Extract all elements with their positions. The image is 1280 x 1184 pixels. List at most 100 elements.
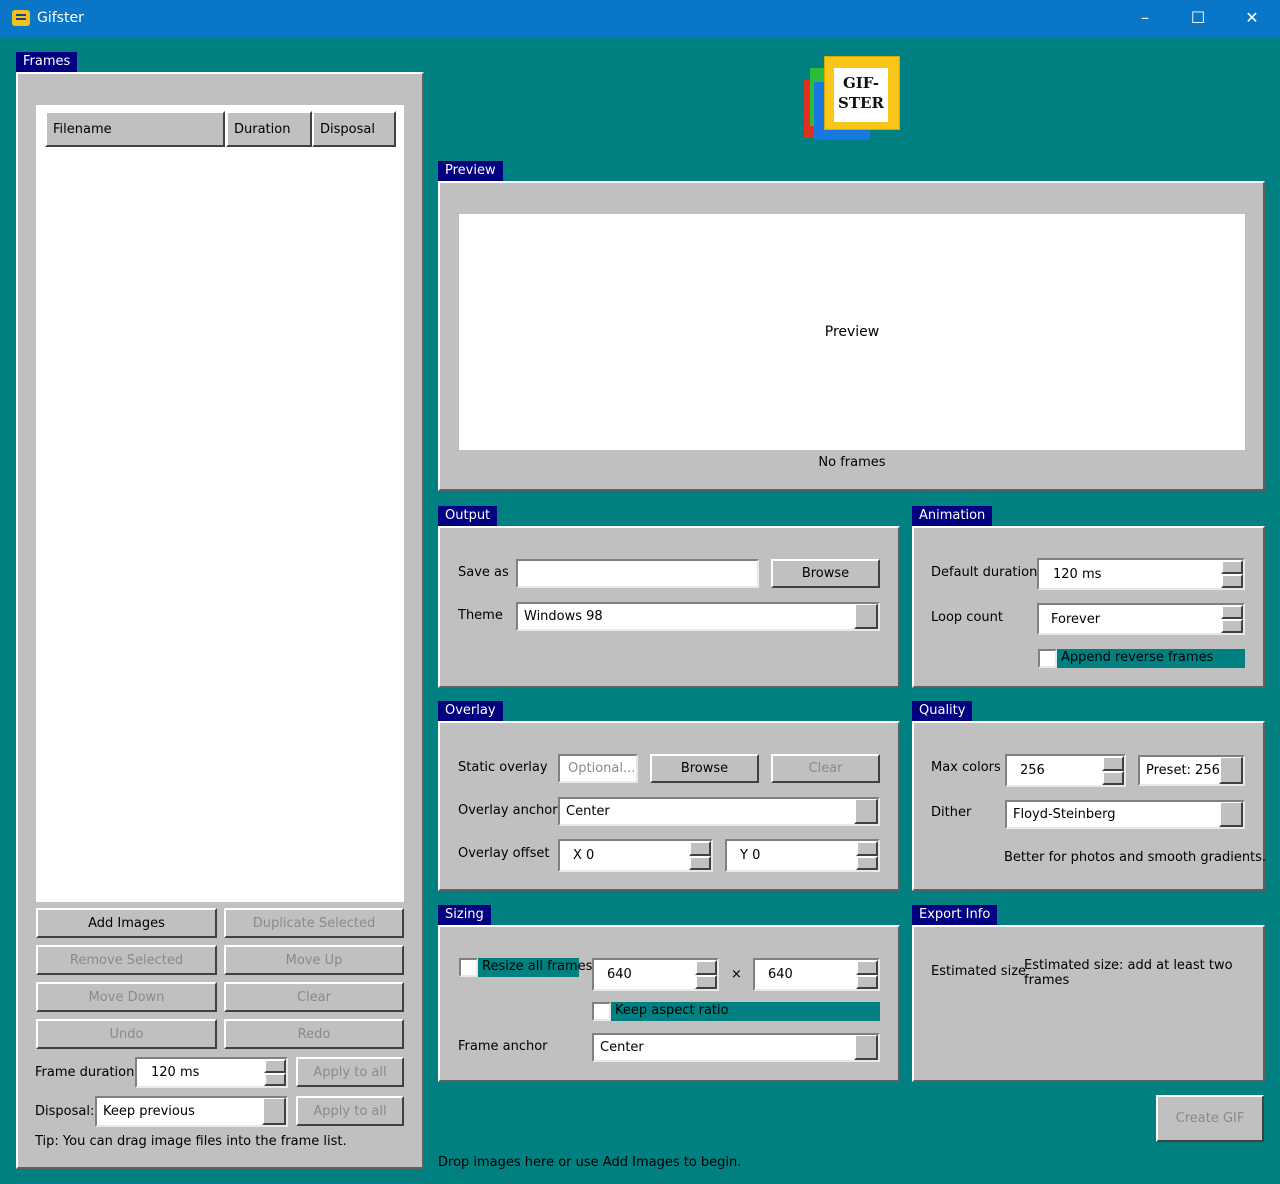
column-header-duration[interactable]: Duration [226,111,312,147]
gifster-logo: GIF- STER [804,56,900,140]
overlay-clear-button[interactable]: Clear [771,754,880,783]
append-reverse-label: Append reverse frames [1061,650,1214,665]
color-preset-select[interactable]: Preset: 256 [1138,755,1245,786]
frame-duration-input[interactable]: 120 ms [135,1057,288,1088]
disposal-dropdown-button[interactable] [262,1098,286,1125]
frame-anchor-label: Frame anchor [458,1039,548,1054]
resize-height-spinner[interactable] [856,960,878,989]
loop-count-input[interactable]: Forever [1037,603,1245,635]
color-preset-value: Preset: 256 [1146,763,1220,778]
append-reverse-frames-checkbox[interactable]: Append reverse frames [1038,649,1245,668]
max-colors-spinner[interactable] [1102,756,1124,785]
theme-select[interactable]: Windows 98 [516,602,880,631]
overlay-offset-x-value: X 0 [573,848,595,863]
keep-aspect-checkbox-box[interactable] [592,1002,611,1021]
frame-anchor-select[interactable]: Center [592,1033,880,1062]
window-title: Gifster [37,10,84,26]
preview-canvas: Preview [459,214,1245,450]
quality-group-label: Quality [912,701,973,721]
static-overlay-input[interactable]: Optional... [558,754,638,783]
disposal-value: Keep previous [103,1104,195,1119]
status-bar-text: Drop images here or use Add Images to be… [438,1155,742,1170]
duplicate-selected-button[interactable]: Duplicate Selected [224,908,404,938]
color-preset-dropdown-button[interactable] [1219,757,1243,784]
move-down-button[interactable]: Move Down [36,982,217,1012]
theme-value: Windows 98 [524,609,603,624]
title-bar: Gifster – ☐ ✕ [0,0,1280,37]
max-colors-label: Max colors [931,760,1001,775]
overlay-anchor-value: Center [566,804,610,819]
apply-disposal-to-all-button[interactable]: Apply to all [296,1096,404,1126]
overlay-offset-x-spinner[interactable] [689,841,711,870]
estimated-size-value: Estimated size: add at least two frames [1024,958,1233,988]
dither-dropdown-button[interactable] [1219,802,1243,827]
loop-count-label: Loop count [931,610,1003,625]
resize-width-value: 640 [607,967,632,982]
frames-group-label: Frames [16,52,78,72]
overlay-offset-label: Overlay offset [458,846,550,861]
maximize-button[interactable]: ☐ [1171,0,1225,37]
drag-tip: Tip: You can drag image files into the f… [35,1134,347,1149]
preview-status: No frames [818,455,886,470]
logo-text-line1: GIF- [842,74,880,92]
sizing-group-label: Sizing [438,905,491,925]
resize-width-spinner[interactable] [695,960,717,989]
create-gif-button[interactable]: Create GIF [1156,1095,1264,1142]
dither-select[interactable]: Floyd-Steinberg [1005,800,1245,829]
max-colors-input[interactable]: 256 [1005,754,1126,787]
overlay-offset-y-spinner[interactable] [856,841,878,870]
apply-duration-to-all-button[interactable]: Apply to all [296,1057,404,1087]
redo-button[interactable]: Redo [224,1019,404,1049]
overlay-anchor-select[interactable]: Center [558,797,880,826]
max-colors-value: 256 [1020,763,1045,778]
disposal-select[interactable]: Keep previous [95,1096,288,1127]
clear-frames-button[interactable]: Clear [224,982,404,1012]
keep-aspect-ratio-checkbox[interactable]: Keep aspect ratio [592,1002,880,1021]
overlay-offset-y-input[interactable]: Y 0 [725,839,880,872]
default-duration-label: Default duration [931,565,1038,580]
overlay-offset-y-value: Y 0 [740,848,761,863]
column-header-disposal[interactable]: Disposal [312,111,396,147]
undo-button[interactable]: Undo [36,1019,217,1049]
column-header-filename[interactable]: Filename [45,111,225,147]
loop-count-spinner[interactable] [1221,605,1243,633]
append-reverse-checkbox-box[interactable] [1038,649,1057,668]
minimize-button[interactable]: – [1118,0,1172,37]
preview-placeholder-text: Preview [824,324,880,340]
overlay-anchor-dropdown-button[interactable] [854,799,878,824]
resize-height-value: 640 [768,967,793,982]
move-up-button[interactable]: Move Up [224,945,404,975]
close-button[interactable]: ✕ [1225,0,1279,37]
remove-selected-button[interactable]: Remove Selected [36,945,217,975]
frame-duration-spinner[interactable] [264,1059,286,1086]
overlay-offset-x-input[interactable]: X 0 [558,839,713,872]
resize-all-frames-checkbox[interactable]: Resize all frames [459,958,592,977]
default-duration-input[interactable]: 120 ms [1037,558,1245,590]
frame-duration-value: 120 ms [151,1065,200,1080]
logo-text-line2: STER [838,94,884,112]
times-sign: × [731,967,742,982]
loop-count-value: Forever [1051,611,1101,627]
resize-all-label: Resize all frames [482,959,593,974]
frame-list[interactable] [36,105,404,902]
dither-label: Dither [931,805,972,820]
animation-group-label: Animation [912,506,993,526]
app-icon [12,10,30,26]
dither-value: Floyd-Steinberg [1013,807,1116,822]
resize-all-checkbox-box[interactable] [459,958,478,977]
keep-aspect-label: Keep aspect ratio [615,1003,729,1018]
default-duration-spinner[interactable] [1221,560,1243,588]
save-as-input[interactable] [516,559,759,588]
export-info-group-label: Export Info [912,905,998,925]
resize-width-input[interactable]: 640 [592,958,719,991]
theme-dropdown-button[interactable] [854,604,878,629]
overlay-browse-button[interactable]: Browse [650,754,759,783]
resize-height-input[interactable]: 640 [753,958,880,991]
theme-label: Theme [458,608,503,623]
output-browse-button[interactable]: Browse [771,559,880,588]
estimated-size-label: Estimated size [931,964,1027,979]
frame-anchor-dropdown-button[interactable] [854,1035,878,1060]
output-group-label: Output [438,506,498,526]
save-as-label: Save as [458,565,509,580]
add-images-button[interactable]: Add Images [36,908,217,938]
